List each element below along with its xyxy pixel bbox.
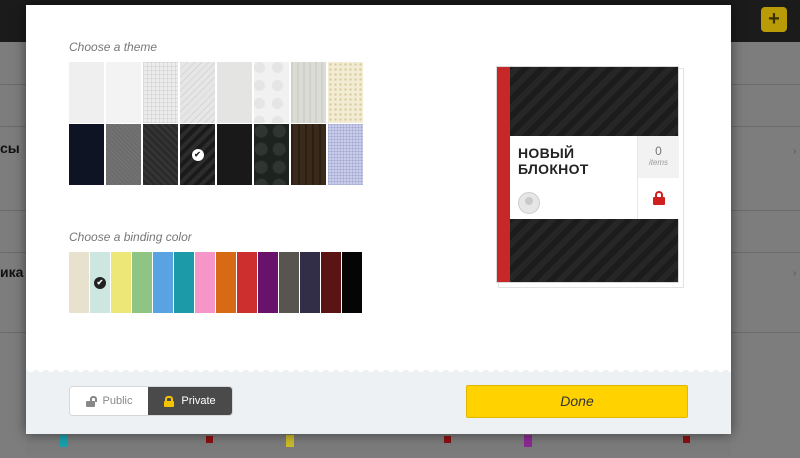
item-count-box: 0 items: [637, 136, 679, 178]
binding-color-swatch[interactable]: [132, 252, 152, 313]
privacy-indicator: [637, 178, 679, 219]
divider: [731, 84, 800, 85]
notebook-cover: НОВЫЙ БЛОКНОТ 0 items: [496, 66, 679, 283]
theme-swatch-light-diagonal[interactable]: [180, 62, 215, 123]
binding-color-swatch[interactable]: [321, 252, 341, 313]
notebook-binding-mark: [60, 435, 68, 447]
theme-swatch-white-plain[interactable]: [69, 62, 104, 123]
notebook-settings-modal: Choose a theme ✔ Choose a binding color …: [26, 5, 731, 434]
binding-color-swatch[interactable]: [279, 252, 299, 313]
binding-color-swatch[interactable]: [111, 252, 131, 313]
lock-icon: [653, 191, 665, 205]
done-button[interactable]: Done: [466, 385, 688, 418]
private-button[interactable]: Private: [148, 387, 232, 415]
theme-swatch-gray-felt[interactable]: [106, 124, 141, 185]
public-button[interactable]: Public: [70, 387, 149, 415]
background-left-column: [0, 42, 26, 458]
binding-color-swatch[interactable]: [237, 252, 257, 313]
privacy-toggle: Public Private: [69, 386, 233, 416]
background-right-column: [731, 42, 800, 458]
theme-swatch-black-solid[interactable]: [217, 124, 252, 185]
theme-section-label: Choose a theme: [69, 40, 158, 54]
lock-icon: [164, 395, 175, 407]
divider: [731, 210, 800, 211]
theme-swatch-light-grid[interactable]: [143, 62, 178, 123]
binding-color-swatch[interactable]: [153, 252, 173, 313]
avatar: [518, 192, 540, 214]
theme-swatch-dark-floral[interactable]: [254, 124, 289, 185]
binding-color-swatch[interactable]: [174, 252, 194, 313]
notebook-title: НОВЫЙ БЛОКНОТ: [518, 145, 589, 177]
theme-swatch-cream-dots[interactable]: [328, 62, 363, 123]
theme-swatch-dark-diagonal[interactable]: ✔: [180, 124, 215, 185]
divider: [731, 126, 800, 127]
divider: [0, 332, 26, 333]
binding-color-swatch[interactable]: [258, 252, 278, 313]
background-row-label: ика: [0, 264, 24, 280]
item-count-label: items: [648, 158, 669, 167]
lock-icon: [683, 436, 690, 443]
notebook-label: НОВЫЙ БЛОКНОТ 0 items: [510, 136, 679, 219]
binding-section-label: Choose a binding color: [69, 230, 192, 244]
divider: [0, 126, 26, 127]
binding-color-swatch[interactable]: ✔: [90, 252, 110, 313]
theme-swatch-navy-leather[interactable]: [69, 124, 104, 185]
binding-color-swatch[interactable]: [69, 252, 89, 313]
divider: [0, 210, 26, 211]
lock-icon: [444, 436, 451, 443]
theme-swatch-white-floral[interactable]: [254, 62, 289, 123]
background-row-label: сы: [0, 140, 20, 156]
notebook-binding: [497, 67, 510, 282]
theme-swatch-blue-grid[interactable]: [328, 124, 363, 185]
binding-color-swatch[interactable]: [216, 252, 236, 313]
binding-color-swatch[interactable]: [342, 252, 362, 313]
selected-check-icon: ✔: [94, 276, 106, 289]
lock-icon: [206, 436, 213, 443]
add-button[interactable]: +: [761, 7, 787, 32]
footer-scalloped-edge: [26, 370, 731, 374]
binding-color-row: ✔: [69, 252, 363, 314]
chevron-right-icon: ›: [793, 146, 797, 157]
public-label: Public: [102, 395, 133, 407]
theme-swatch-wood-grain-light[interactable]: [291, 62, 326, 123]
binding-color-swatch[interactable]: [195, 252, 215, 313]
divider: [0, 252, 26, 253]
theme-swatch-white-texture[interactable]: [106, 62, 141, 123]
unlock-icon: [85, 395, 97, 407]
notebook-binding-mark: [286, 435, 294, 447]
private-label: Private: [181, 395, 216, 407]
theme-swatch-dark-wood[interactable]: [291, 124, 326, 185]
item-count: 0: [655, 144, 662, 158]
divider: [731, 252, 800, 253]
theme-grid: ✔: [69, 62, 365, 186]
theme-swatch-dark-pattern[interactable]: [143, 124, 178, 185]
notebook-binding-mark: [524, 435, 532, 447]
selected-check-icon: ✔: [191, 148, 204, 161]
divider: [731, 332, 800, 333]
binding-color-swatch[interactable]: [300, 252, 320, 313]
divider: [0, 84, 26, 85]
notebook-preview: НОВЫЙ БЛОКНОТ 0 items: [496, 66, 684, 288]
chevron-right-icon: ›: [793, 268, 797, 279]
theme-swatch-light-linen[interactable]: [217, 62, 252, 123]
